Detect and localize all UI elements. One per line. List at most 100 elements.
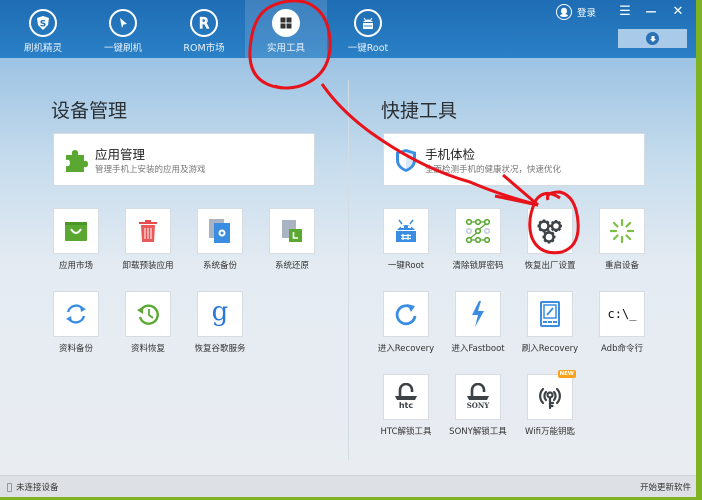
new-badge: NEW [557,370,576,378]
svg-text:S: S [40,20,46,30]
nav-tab-label: 刷机精灵 [23,43,62,54]
menu-button[interactable]: ☰ [616,4,634,20]
tile-label: Adb命令行 [601,344,643,354]
tile-factory-reset[interactable]: 恢复出厂设置 [514,208,586,271]
terminal-icon: c:\_ [607,307,637,321]
tile-label: 卸载预装应用 [122,261,174,271]
refresh-arrow-icon [395,304,417,326]
nav-tab-one-click-root[interactable]: 一键Root [327,0,409,58]
phone-checkup-card[interactable]: 手机体检 全面检测手机的健康状况，快速优化 [383,133,645,186]
svg-text:R: R [199,16,209,31]
device-management-title: 设备管理 [51,100,128,122]
svg-text:SONY: SONY [467,401,491,410]
trash-icon [139,220,157,242]
tile-reboot-device[interactable]: 重启设备 [586,208,658,271]
tile-restore-google-services[interactable]: g 恢复谷歌服务 [184,291,256,354]
tile-label: 进入Recovery [377,344,435,354]
tile-uninstall-preinstalled[interactable]: 卸载预装应用 [112,208,184,271]
tile-app-market[interactable]: 应用市场 [40,208,112,271]
shopping-bag-icon [65,222,87,241]
tile-label: 一键Root [387,261,425,271]
app-management-card[interactable]: 应用管理 管理手机上安装的应用及游戏 [53,133,315,186]
tile-label: 系统备份 [202,261,237,271]
tile-clear-lock-password[interactable]: 清除锁屏密码 [442,208,514,271]
wifi-key-icon [539,387,561,410]
cursor-arrow-icon [109,9,137,37]
login-label: 登录 [577,8,597,19]
tile-label: 刷入Recovery [521,344,579,354]
android-root-icon [396,219,416,242]
svg-text:g: g [212,299,229,327]
gears-icon [537,219,562,244]
tile-adb-command-line[interactable]: c:\_ Adb命令行 [586,291,658,354]
tile-label: SONY解锁工具 [449,427,507,437]
rom-r-icon: R [190,9,218,37]
tile-label: 系统还原 [274,261,309,271]
nav-tab-utilities[interactable]: 实用工具 [245,0,327,58]
minimize-button[interactable]: — [642,4,660,20]
card-subtitle: 全面检测手机的健康状况，快速优化 [425,165,562,175]
tile-data-backup[interactable]: 资料备份 [40,291,112,354]
tile-sony-unlock[interactable]: SONY SONY解锁工具 [442,374,514,437]
tile-label: Wifi万能钥匙 [525,427,575,437]
system-restore-icon [282,220,302,242]
nav-tab-rom-market[interactable]: R ROM市场 [163,0,245,58]
sony-unlock-icon: SONY [467,383,491,410]
shield-icon [392,146,420,174]
tile-data-restore[interactable]: 资料恢复 [112,291,184,354]
history-icon [137,304,159,325]
pattern-lock-icon [465,218,491,244]
status-bar: 未连接设备 开始更新软件 [0,475,696,497]
lightning-icon [472,301,484,327]
tile-wifi-master-key[interactable]: NEW Wifi万能钥匙 [514,370,586,437]
device-status: 未连接设备 [7,481,59,493]
google-icon: g [212,299,229,327]
tile-system-backup[interactable]: 系统备份 [184,208,256,271]
update-software-link[interactable]: 开始更新软件 [640,481,691,493]
card-title: 手机体检 [425,147,476,162]
card-title: 应用管理 [95,147,146,162]
nav-tab-label: 实用工具 [266,43,305,54]
tile-label: 重启设备 [604,261,639,271]
tile-label: 清除锁屏密码 [452,261,504,271]
tablet-edit-icon [540,301,560,327]
top-navigation-bar: S 刷机精灵 一键刷机 R ROM市场 实用工具 一键Root 登录 ☰ — ✕ [0,0,696,58]
tile-flash-recovery[interactable]: 刷入Recovery [514,291,586,354]
qq-avatar-icon [556,4,572,20]
puzzle-icon [62,146,90,174]
android-root-icon [354,9,382,37]
tile-one-click-root[interactable]: 一键Root [370,208,442,271]
tile-enter-recovery[interactable]: 进入Recovery [370,291,442,354]
tile-label: HTC解锁工具 [380,427,432,437]
nav-tab-flash-wizard[interactable]: S 刷机精灵 [2,0,84,58]
tile-label: 恢复出厂设置 [524,261,576,271]
system-backup-icon [209,219,230,243]
nav-tab-label: 一键刷机 [103,43,142,54]
tile-label: 进入Fastboot [451,344,505,354]
nav-tab-label: ROM市场 [183,43,225,54]
quick-tools-title: 快捷工具 [381,100,458,122]
tile-system-restore[interactable]: 系统还原 [256,208,328,271]
svg-text:htc: htc [399,401,414,410]
card-subtitle: 管理手机上安装的应用及游戏 [95,165,206,175]
shield-s-icon: S [29,9,57,37]
tile-label: 资料备份 [58,344,93,354]
htc-unlock-icon: htc [395,383,417,410]
download-manager-button[interactable] [618,29,687,48]
nav-tab-one-click-flash[interactable]: 一键刷机 [82,0,164,58]
login-button[interactable]: 登录 [556,4,596,20]
app-window: S 刷机精灵 一键刷机 R ROM市场 实用工具 一键Root 登录 ☰ — ✕… [0,0,696,497]
tile-label: 资料恢复 [130,344,165,354]
grid-icon [272,9,300,37]
download-arrow-icon [646,32,659,45]
close-button[interactable]: ✕ [669,4,687,20]
tile-label: 应用市场 [58,261,93,271]
tile-label: 恢复谷歌服务 [194,344,246,354]
tile-htc-unlock[interactable]: htc HTC解锁工具 [370,374,442,437]
phone-icon [7,482,12,492]
section-divider [348,80,349,460]
tile-enter-fastboot[interactable]: 进入Fastboot [442,291,514,354]
device-status-text: 未连接设备 [16,483,59,493]
nav-tab-label: 一键Root [347,43,389,54]
sync-icon [66,304,86,324]
